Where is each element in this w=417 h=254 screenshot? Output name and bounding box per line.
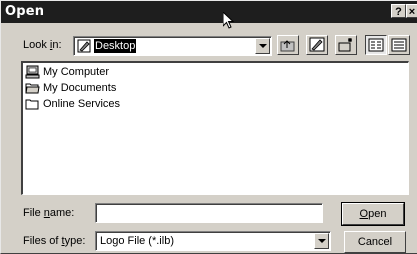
up-folder-icon bbox=[280, 40, 295, 52]
help-button[interactable]: ? bbox=[391, 4, 406, 18]
details-view-icon bbox=[391, 38, 407, 52]
list-item-label: My Documents bbox=[43, 82, 117, 94]
folder-icon bbox=[25, 99, 39, 110]
desktop-icon bbox=[77, 39, 91, 53]
list-item-label: My Computer bbox=[43, 66, 110, 78]
files-of-type-value: Logo File (*.ilb) bbox=[100, 235, 174, 247]
desktop-button[interactable] bbox=[306, 35, 328, 55]
up-one-level-button[interactable] bbox=[277, 35, 299, 55]
folder-icon bbox=[25, 83, 40, 94]
file-list[interactable]: My Computer My Documents Online Services bbox=[21, 61, 409, 195]
cancel-button[interactable]: Cancel bbox=[344, 231, 406, 253]
title-bar[interactable]: Open ? × bbox=[1, 1, 417, 23]
new-folder-button[interactable] bbox=[335, 35, 357, 55]
close-button[interactable]: × bbox=[406, 4, 417, 18]
open-dialog: Open ? × Look in: Desktop My Computer My… bbox=[0, 0, 417, 254]
files-of-type-dropdown-button[interactable] bbox=[314, 233, 329, 249]
mouse-pointer-icon bbox=[223, 12, 235, 29]
files-of-type-dropdown[interactable]: Logo File (*.ilb) bbox=[95, 231, 331, 251]
details-view-button[interactable] bbox=[388, 35, 410, 55]
list-view-button[interactable] bbox=[365, 35, 387, 55]
look-in-dropdown-button[interactable] bbox=[255, 38, 270, 54]
list-view-icon bbox=[368, 38, 384, 52]
open-button[interactable]: Open bbox=[341, 202, 405, 226]
look-in-value: Desktop bbox=[94, 39, 137, 53]
window-title: Open bbox=[5, 4, 45, 19]
look-in-dropdown[interactable]: Desktop bbox=[73, 36, 272, 56]
list-item-label: Online Services bbox=[43, 98, 121, 110]
new-folder-icon bbox=[338, 38, 352, 52]
look-in-label: Look in: bbox=[23, 39, 62, 51]
file-name-label: File name: bbox=[23, 207, 75, 219]
file-name-input[interactable] bbox=[95, 203, 323, 223]
files-of-type-label: Files of type: bbox=[23, 235, 86, 247]
desktop-shortcut-icon bbox=[309, 37, 325, 52]
computer-icon bbox=[25, 65, 40, 79]
